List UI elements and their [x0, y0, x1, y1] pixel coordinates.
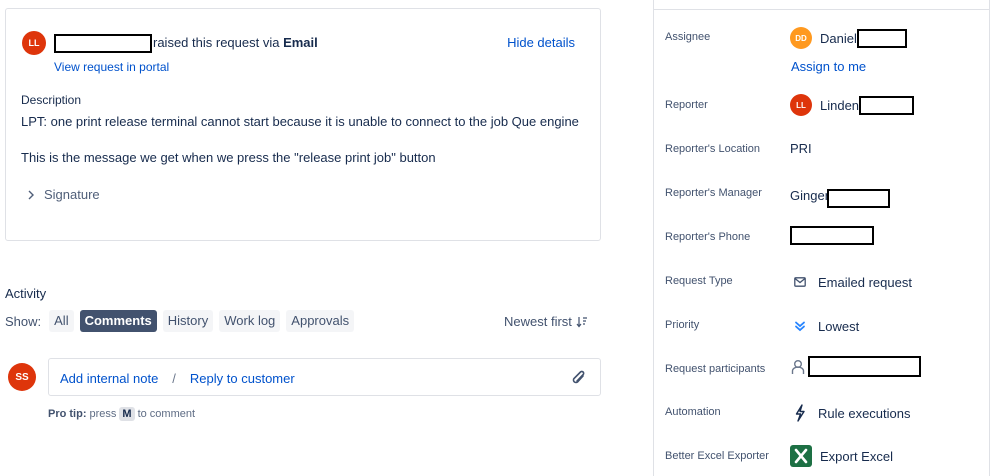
sort-label: Newest first [504, 314, 572, 329]
assignee-label: Assignee [665, 31, 711, 43]
assignee-name: Daniel [820, 30, 857, 46]
redacted-assignee-surname [856, 28, 907, 48]
reporter-label: Reporter [665, 99, 708, 111]
request-type-label: Request Type [665, 275, 733, 287]
reply-to-customer-button[interactable]: Reply to customer [190, 371, 295, 386]
reporters-phone-label: Reporter's Phone [665, 231, 751, 243]
location-text: PRI [790, 141, 812, 156]
pro-tip-suffix: to comment [137, 408, 196, 420]
automation-text: Rule executions [818, 405, 911, 421]
signature-toggle[interactable]: Signature [27, 187, 100, 202]
filter-work-log[interactable]: Work log [219, 310, 281, 332]
paperclip-icon[interactable] [570, 368, 588, 388]
raised-via-line: raised this request via Email [153, 35, 318, 50]
reporters-phone-value[interactable] [790, 226, 874, 245]
person-icon [790, 357, 806, 377]
pro-tip-press: press [89, 408, 117, 420]
filter-approvals[interactable]: Approvals [286, 310, 355, 332]
filter-history[interactable]: History [162, 310, 214, 332]
request-type-value[interactable]: Emailed request [790, 272, 912, 292]
reporters-location-label: Reporter's Location [665, 143, 761, 155]
priority-lowest-icon [790, 316, 810, 336]
manager-name: Ginger [790, 188, 830, 203]
priority-value[interactable]: Lowest [790, 316, 859, 336]
channel-name: Email [283, 35, 318, 50]
redacted-reporter-name [54, 34, 152, 53]
automation-label: Automation [665, 406, 721, 418]
redacted-reporter-surname [859, 95, 915, 115]
assign-to-me-link[interactable]: Assign to me [791, 59, 866, 74]
action-separator: / [172, 371, 176, 386]
signature-label: Signature [44, 187, 100, 202]
description-label: Description [21, 93, 82, 107]
excel-icon [790, 445, 812, 467]
reporter-small-avatar: LL [790, 94, 812, 116]
description-line-1: LPT: one print release terminal cannot s… [21, 114, 579, 129]
lightning-icon [790, 403, 810, 423]
request-participants-label: Request participants [665, 363, 766, 375]
mail-icon [790, 272, 810, 292]
better-excel-exporter-value[interactable]: Export Excel [790, 445, 893, 467]
redacted-phone [790, 226, 874, 245]
current-user-avatar[interactable]: SS [8, 363, 36, 391]
view-request-in-portal-link[interactable]: View request in portal [54, 60, 169, 74]
add-internal-note-button[interactable]: Add internal note [60, 371, 158, 386]
priority-label: Priority [665, 319, 700, 331]
request-details-card: LL raised this request via Email View re… [5, 8, 601, 241]
redacted-manager-surname [827, 189, 891, 208]
sort-descending-icon [576, 316, 587, 327]
reporters-manager-value[interactable]: Ginger [790, 183, 891, 208]
reporters-manager-label: Reporter's Manager [665, 187, 762, 199]
hide-details-link[interactable]: Hide details [507, 35, 575, 50]
reporter-name: Linden [820, 97, 860, 113]
panel-divider [654, 9, 989, 10]
pro-tip: Pro tip: press M to comment [48, 407, 195, 421]
chevron-right-icon [28, 190, 34, 199]
reporter-avatar[interactable]: LL [22, 31, 46, 55]
activity-filter-bar: Show: All Comments History Work log Appr… [5, 310, 355, 332]
pro-tip-label: Pro tip: [48, 408, 87, 420]
priority-text: Lowest [818, 318, 860, 334]
reporters-location-value[interactable]: PRI [790, 141, 812, 156]
reporter-value[interactable]: LL Linden [790, 94, 915, 116]
assignee-avatar: DD [790, 27, 812, 49]
automation-value[interactable]: Rule executions [790, 403, 911, 423]
show-label: Show: [5, 313, 42, 329]
details-panel: Assignee DD Daniel Assign to me Reporter… [653, 0, 990, 476]
request-type-text: Emailed request [818, 274, 912, 290]
assignee-value[interactable]: DD Daniel [790, 27, 907, 49]
activity-heading: Activity [5, 286, 47, 301]
filter-all[interactable]: All [49, 310, 74, 332]
comment-box[interactable]: Add internal note / Reply to customer [48, 358, 601, 396]
description-line-2: This is the message we get when we press… [21, 150, 436, 165]
export-excel-text: Export Excel [820, 448, 893, 464]
sort-order-toggle[interactable]: Newest first [504, 314, 588, 329]
redacted-participant [808, 356, 921, 377]
comment-actions: Add internal note / Reply to customer [60, 371, 295, 386]
shortcut-key: M [119, 407, 135, 421]
better-excel-exporter-label: Better Excel Exporter [665, 450, 769, 462]
raised-text: raised this request via [153, 35, 280, 50]
filter-comments[interactable]: Comments [79, 310, 157, 332]
request-participants-value[interactable] [790, 356, 921, 377]
